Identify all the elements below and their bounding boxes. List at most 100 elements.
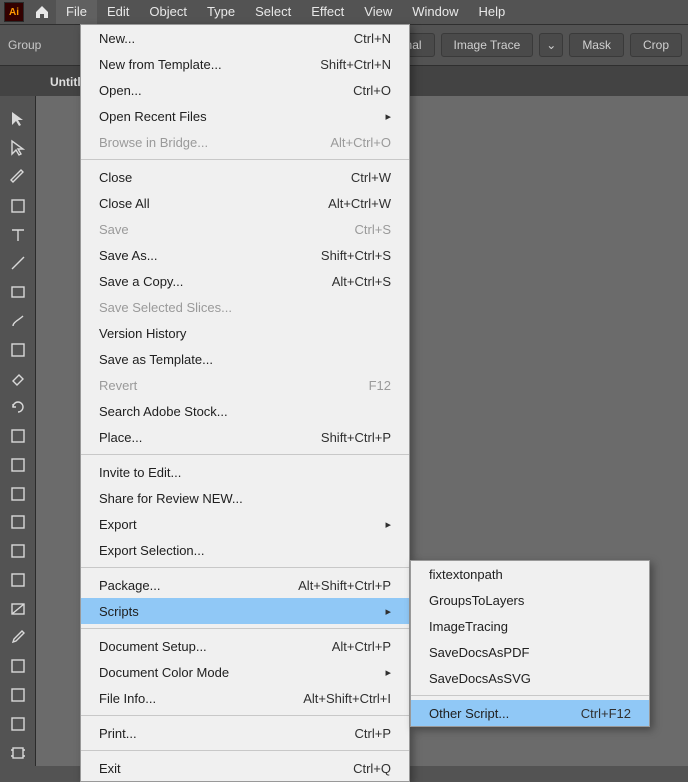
curvature-tool[interactable] [4, 192, 32, 219]
app-badge: Ai [4, 2, 24, 22]
scale-tool[interactable] [4, 423, 32, 450]
line-tool[interactable] [4, 250, 32, 277]
menu-item-label: Search Adobe Stock... [99, 404, 391, 419]
file-menu-invite-to-edit[interactable]: Invite to Edit... [81, 459, 409, 485]
menu-item-label: File Info... [99, 691, 303, 706]
file-menu-share-for-review-new[interactable]: Share for Review NEW... [81, 485, 409, 511]
file-menu-browse-in-bridge: Browse in Bridge...Alt+Ctrl+O [81, 129, 409, 155]
file-menu-export-selection[interactable]: Export Selection... [81, 537, 409, 563]
menu-item-label: Close All [99, 196, 328, 211]
menu-item-label: Other Script... [429, 706, 581, 721]
mask-button[interactable]: Mask [569, 33, 624, 57]
submenu-arrow-icon: ▸ [381, 605, 391, 618]
blend-tool[interactable] [4, 653, 32, 680]
scripts-menu-savedocsaspdf[interactable]: SaveDocsAsPDF [411, 639, 649, 665]
rotate-tool[interactable] [4, 394, 32, 421]
menu-select[interactable]: Select [245, 0, 301, 24]
gradient-tool[interactable] [4, 595, 32, 622]
menu-item-label: New from Template... [99, 57, 320, 72]
width-tool[interactable] [4, 451, 32, 478]
file-menu-place[interactable]: Place...Shift+Ctrl+P [81, 424, 409, 450]
direct-selection-tool[interactable] [4, 135, 32, 162]
menu-item-label: Document Setup... [99, 639, 332, 654]
image-trace-button[interactable]: Image Trace [441, 33, 534, 57]
scripts-submenu: fixtextonpathGroupsToLayersImageTracingS… [410, 560, 650, 727]
file-menu-save-a-copy[interactable]: Save a Copy...Alt+Ctrl+S [81, 268, 409, 294]
pen-tool[interactable] [4, 164, 32, 191]
menu-help[interactable]: Help [468, 0, 515, 24]
artboard-tool[interactable] [4, 739, 32, 766]
file-menu-scripts[interactable]: Scripts▸ [81, 598, 409, 624]
menu-item-label: Save As... [99, 248, 321, 263]
shape-builder-tool[interactable] [4, 509, 32, 536]
menu-view[interactable]: View [354, 0, 402, 24]
file-menu-document-color-mode[interactable]: Document Color Mode▸ [81, 659, 409, 685]
menu-item-shortcut: Alt+Ctrl+S [332, 274, 391, 289]
eraser-tool[interactable] [4, 365, 32, 392]
menu-type[interactable]: Type [197, 0, 245, 24]
menu-item-label: New... [99, 31, 354, 46]
scripts-menu-imagetracing[interactable]: ImageTracing [411, 613, 649, 639]
rectangle-tool[interactable] [4, 279, 32, 306]
menu-item-label: Save Selected Slices... [99, 300, 391, 315]
file-menu-save-as-template[interactable]: Save as Template... [81, 346, 409, 372]
file-menu-file-info[interactable]: File Info...Alt+Shift+Ctrl+I [81, 685, 409, 711]
file-menu-revert: RevertF12 [81, 372, 409, 398]
file-menu-exit[interactable]: ExitCtrl+Q [81, 755, 409, 781]
scripts-menu-savedocsassvg[interactable]: SaveDocsAsSVG [411, 665, 649, 691]
type-tool[interactable] [4, 221, 32, 248]
file-menu-close-all[interactable]: Close AllAlt+Ctrl+W [81, 190, 409, 216]
menu-item-shortcut: Alt+Shift+Ctrl+I [303, 691, 391, 706]
file-menu-new[interactable]: New...Ctrl+N [81, 25, 409, 51]
file-menu-version-history[interactable]: Version History [81, 320, 409, 346]
file-menu-save-as[interactable]: Save As...Shift+Ctrl+S [81, 242, 409, 268]
crop-button[interactable]: Crop [630, 33, 682, 57]
menu-item-shortcut: Ctrl+O [353, 83, 391, 98]
menu-window[interactable]: Window [402, 0, 468, 24]
file-menu-package[interactable]: Package...Alt+Shift+Ctrl+P [81, 572, 409, 598]
scripts-menu-fixtextonpath[interactable]: fixtextonpath [411, 561, 649, 587]
menu-item-shortcut: Ctrl+P [355, 726, 391, 741]
menu-item-label: Scripts [99, 604, 381, 619]
menu-item-label: Print... [99, 726, 355, 741]
menu-item-shortcut: Ctrl+N [354, 31, 391, 46]
menu-item-shortcut: Alt+Ctrl+P [332, 639, 391, 654]
menu-item-label: Save a Copy... [99, 274, 332, 289]
column-graph-tool[interactable] [4, 710, 32, 737]
menu-effect[interactable]: Effect [301, 0, 354, 24]
image-trace-dropdown[interactable]: ⌄ [539, 33, 563, 57]
menu-item-label: fixtextonpath [429, 567, 631, 582]
menu-item-shortcut: Shift+Ctrl+P [321, 430, 391, 445]
symbol-sprayer-tool[interactable] [4, 682, 32, 709]
selection-tool[interactable] [4, 106, 32, 133]
file-menu-open[interactable]: Open...Ctrl+O [81, 77, 409, 103]
menu-item-label: Save [99, 222, 355, 237]
scripts-menu-other-script[interactable]: Other Script...Ctrl+F12 [411, 700, 649, 726]
file-menu-document-setup[interactable]: Document Setup...Alt+Ctrl+P [81, 633, 409, 659]
file-menu-search-adobe-stock[interactable]: Search Adobe Stock... [81, 398, 409, 424]
eyedropper-tool[interactable] [4, 624, 32, 651]
perspective-tool[interactable] [4, 538, 32, 565]
menu-item-shortcut: Ctrl+W [351, 170, 391, 185]
file-menu-new-from-template[interactable]: New from Template...Shift+Ctrl+N [81, 51, 409, 77]
file-menu-export[interactable]: Export▸ [81, 511, 409, 537]
menu-file[interactable]: File [56, 0, 97, 24]
file-menu-close[interactable]: CloseCtrl+W [81, 164, 409, 190]
mesh-tool[interactable] [4, 567, 32, 594]
menu-object[interactable]: Object [139, 0, 197, 24]
submenu-arrow-icon: ▸ [381, 518, 391, 531]
scripts-menu-groupstolayers[interactable]: GroupsToLayers [411, 587, 649, 613]
home-icon[interactable] [28, 4, 56, 21]
menu-item-label: Revert [99, 378, 369, 393]
file-menu-print[interactable]: Print...Ctrl+P [81, 720, 409, 746]
menu-item-shortcut: Alt+Ctrl+W [328, 196, 391, 211]
tools-panel [0, 96, 36, 766]
menu-edit[interactable]: Edit [97, 0, 139, 24]
shaper-tool[interactable] [4, 336, 32, 363]
brush-tool[interactable] [4, 307, 32, 334]
menu-item-label: Browse in Bridge... [99, 135, 330, 150]
file-menu-open-recent-files[interactable]: Open Recent Files▸ [81, 103, 409, 129]
menu-item-label: Open... [99, 83, 353, 98]
menu-item-shortcut: F12 [369, 378, 391, 393]
free-transform-tool[interactable] [4, 480, 32, 507]
